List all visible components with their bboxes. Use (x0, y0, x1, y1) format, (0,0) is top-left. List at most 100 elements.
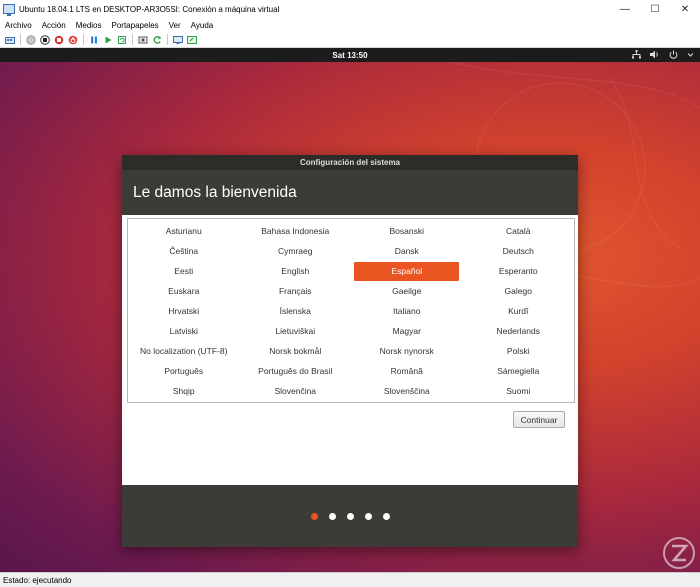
continue-button[interactable]: Continuar (513, 411, 565, 428)
language-item[interactable]: Magyar (351, 321, 463, 341)
language-item[interactable]: Hrvatski (128, 301, 240, 321)
language-label: Dansk (394, 246, 419, 256)
language-item[interactable]: Íslenska (240, 301, 352, 321)
minimize-button[interactable]: — (610, 0, 640, 18)
language-label: Euskara (168, 286, 200, 296)
language-item[interactable]: No localization (UTF-8) (128, 341, 240, 361)
language-label: Eesti (174, 266, 194, 276)
share-icon[interactable] (187, 35, 197, 45)
language-item[interactable]: Română (351, 361, 463, 381)
language-item[interactable]: Sámegiella (463, 361, 575, 381)
toolbar-divider (132, 34, 133, 45)
status-bar: Estado: ejecutando (0, 572, 700, 587)
language-item-selected[interactable]: Español (351, 261, 463, 281)
ctrl-alt-del-icon[interactable] (5, 35, 15, 45)
checkpoint-icon[interactable] (138, 35, 148, 45)
language-label: Español (354, 261, 460, 281)
language-label: Hrvatski (168, 306, 200, 316)
language-item[interactable]: Norsk bokmål (240, 341, 352, 361)
chevron-down-icon[interactable] (687, 51, 694, 60)
language-item[interactable]: Suomi (463, 381, 575, 401)
language-label: Sámegiella (497, 366, 540, 376)
language-label: Kurdî (508, 306, 529, 316)
menu-ayuda[interactable]: Ayuda (186, 21, 219, 30)
language-grid: Asturianu Bahasa Indonesia Bosanski Català Č… (128, 221, 574, 401)
language-label: Esperanto (498, 266, 538, 276)
language-item[interactable]: Galego (463, 281, 575, 301)
language-item[interactable]: Slovenščina (351, 381, 463, 401)
start-icon[interactable] (26, 34, 36, 45)
language-item[interactable]: English (240, 261, 352, 281)
language-label: Shqip (172, 386, 195, 396)
vm-screen[interactable]: Sat 13:50 Configuración del sistema Le d… (0, 48, 700, 572)
language-item[interactable]: Polski (463, 341, 575, 361)
progress-dot (328, 512, 336, 520)
menu-accion[interactable]: Acción (37, 21, 71, 30)
toolbar-divider (167, 34, 168, 45)
language-item[interactable]: Italiano (351, 301, 463, 321)
language-label: Slovenščina (383, 386, 430, 396)
language-item[interactable]: Bahasa Indonesia (240, 221, 352, 241)
toolbar-divider (20, 34, 21, 45)
menu-medios[interactable]: Medios (71, 21, 107, 30)
language-item[interactable]: Slovenčina (240, 381, 352, 401)
language-item[interactable]: Català (463, 221, 575, 241)
dialog-body: Asturianu Bahasa Indonesia Bosanski Català Č… (122, 215, 578, 485)
language-item[interactable]: Euskara (128, 281, 240, 301)
enhanced-session-icon[interactable] (173, 35, 183, 45)
turn-off-icon[interactable] (40, 34, 50, 45)
play-icon[interactable] (103, 35, 113, 45)
network-icon[interactable] (632, 49, 641, 61)
menu-ver[interactable]: Ver (164, 21, 186, 30)
system-tray[interactable] (632, 48, 694, 62)
language-item[interactable]: Français (240, 281, 352, 301)
host-toolbar (0, 32, 700, 48)
language-list[interactable]: Asturianu Bahasa Indonesia Bosanski Català Č… (127, 218, 575, 403)
pause-icon[interactable] (89, 35, 99, 45)
menu-portapapeles[interactable]: Portapapeles (107, 21, 164, 30)
language-label: Română (390, 366, 423, 376)
language-item[interactable]: Shqip (128, 381, 240, 401)
language-label: English (281, 266, 310, 276)
language-label: Íslenska (279, 306, 311, 316)
language-item[interactable]: Asturianu (128, 221, 240, 241)
language-item[interactable]: Norsk nynorsk (351, 341, 463, 361)
language-label: Bahasa Indonesia (261, 226, 330, 236)
language-label: Nederlands (496, 326, 540, 336)
shut-down-icon[interactable] (54, 35, 64, 45)
progress-dot-active (310, 512, 318, 520)
reset-icon[interactable] (117, 35, 127, 45)
status-text: Estado: ejecutando (3, 575, 72, 585)
language-item[interactable]: Kurdî (463, 301, 575, 321)
volume-icon[interactable] (650, 50, 660, 61)
language-label: Latviski (169, 326, 198, 336)
language-label: Português do Brasil (258, 366, 333, 376)
language-item[interactable]: Esperanto (463, 261, 575, 281)
power-menu-icon[interactable] (669, 50, 678, 61)
language-item[interactable]: Bosanski (351, 221, 463, 241)
language-item[interactable]: Eesti (128, 261, 240, 281)
language-item[interactable]: Čeština (128, 241, 240, 261)
language-item[interactable]: Latviski (128, 321, 240, 341)
language-item[interactable]: Nederlands (463, 321, 575, 341)
revert-icon[interactable] (152, 35, 162, 45)
close-button[interactable]: ✕ (670, 0, 700, 18)
site-logo-icon (663, 537, 695, 569)
language-item[interactable]: Dansk (351, 241, 463, 261)
language-label: Asturianu (165, 226, 202, 236)
language-item[interactable]: Deutsch (463, 241, 575, 261)
menu-archivo[interactable]: Archivo (0, 21, 37, 30)
clock[interactable]: Sat 13:50 (332, 51, 367, 60)
language-label: Norsk nynorsk (379, 346, 434, 356)
language-item[interactable]: Cymraeg (240, 241, 352, 261)
language-label: Deutsch (502, 246, 534, 256)
language-item[interactable]: Português do Brasil (240, 361, 352, 381)
power-icon[interactable] (68, 35, 78, 45)
language-item[interactable]: Lietuviškai (240, 321, 352, 341)
maximize-button[interactable]: ☐ (640, 0, 670, 18)
language-label: Français (278, 286, 312, 296)
language-item[interactable]: Gaeilge (351, 281, 463, 301)
language-item[interactable]: Português (128, 361, 240, 381)
language-label: Português (164, 366, 204, 376)
toolbar-divider (83, 34, 84, 45)
